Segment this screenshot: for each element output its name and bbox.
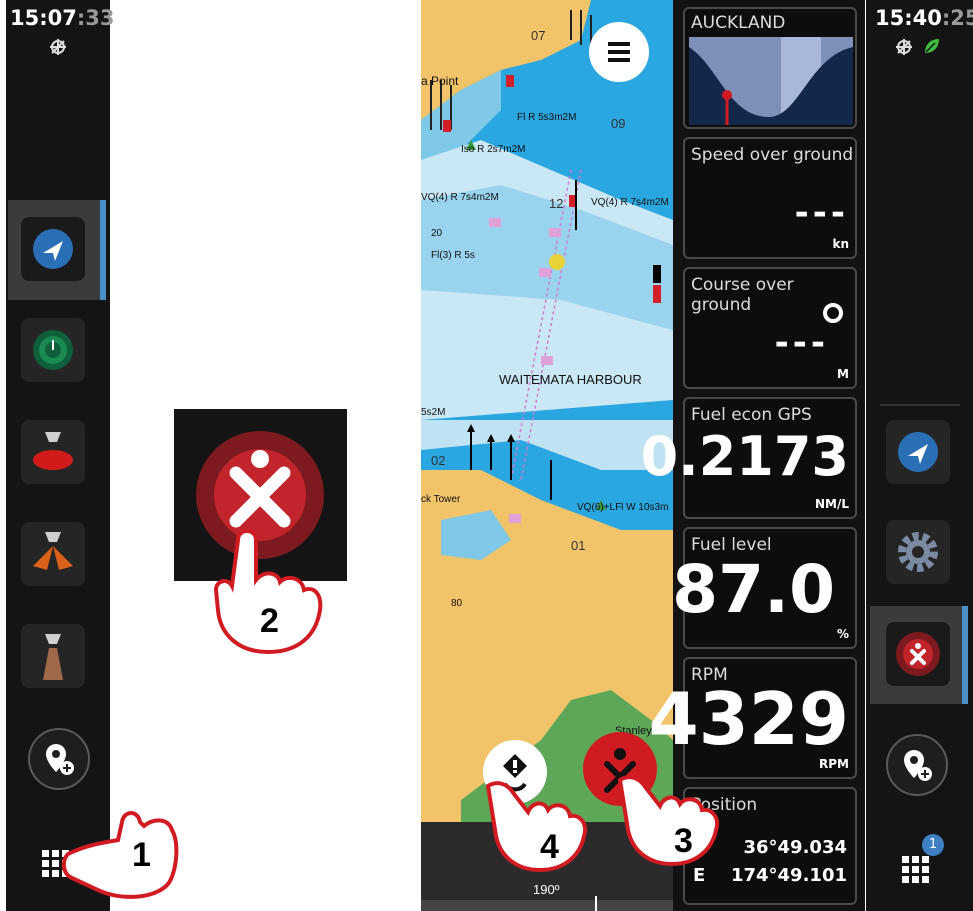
sog-value: --- [794, 193, 849, 233]
waypoint-add-icon [46, 744, 74, 775]
fuel-level-value: 87.0 [672, 551, 835, 628]
sog-unit: kn [832, 237, 849, 251]
depth-02: 02 [431, 453, 445, 468]
callout-number: 4 [540, 828, 559, 866]
clock: 15:07:33 [10, 6, 114, 30]
chart-label-point: a Point [421, 74, 459, 88]
radar-app-button[interactable] [21, 318, 85, 382]
depth-01: 01 [571, 538, 585, 553]
sidescan-icon [33, 532, 73, 570]
mob-app-button[interactable] [886, 622, 950, 686]
hamburger-icon [608, 42, 630, 62]
cog-panel[interactable]: Course over ground --- M [683, 267, 857, 389]
clock-seconds: :33 [76, 6, 115, 30]
divider [880, 404, 960, 406]
latitude: 36°49.034 [743, 837, 847, 858]
mob-x-icon [896, 632, 940, 676]
sonar-icon [33, 432, 73, 470]
chart-label-light6: 5s2M [421, 407, 445, 418]
longitude: 174°49.101 [730, 865, 847, 886]
callout-number: 2 [260, 602, 279, 640]
hand-pointer-icon: 1 [61, 811, 179, 899]
radar-icon [33, 330, 73, 370]
degree-icon [823, 303, 843, 323]
sog-panel[interactable]: Speed over ground --- kn [683, 137, 857, 259]
tide-location: AUCKLAND [691, 13, 786, 33]
chart-label-light2: Iso R 2s7m2M [461, 144, 525, 155]
cog-unit: M [837, 367, 849, 381]
chart-label-tower: ck Tower [421, 494, 461, 505]
hand-pointer-icon: 4 [485, 781, 587, 873]
gps-off-icon [49, 38, 67, 56]
sonar-app-button[interactable] [21, 420, 85, 484]
fuel-level-panel[interactable]: Fuel level 87.0 % [672, 527, 857, 649]
depth-07: 07 [531, 28, 545, 43]
gear-icon [898, 532, 938, 572]
hand-pointer-icon: 2 [213, 529, 323, 655]
rpm-unit: RPM [819, 757, 849, 771]
chart-label-light4: VQ(4) R 7s4m2M [591, 197, 669, 208]
chart-label-harbour: WAITEMATA HARBOUR [499, 372, 642, 387]
sog-label: Speed over ground [691, 145, 854, 165]
selection-indicator [962, 606, 968, 704]
chart-label-light3: VQ(4) R 7s4m2M [421, 192, 499, 203]
sidescan-app-button[interactable] [21, 522, 85, 586]
navigation-app-button[interactable] [21, 217, 85, 281]
chart-label-light7: VQ(6)+LFl W 10s3m [577, 502, 668, 513]
selection-indicator [100, 200, 106, 300]
waypoint-add-icon [904, 750, 932, 781]
grid-icon [902, 856, 929, 883]
clock-seconds: :25 [941, 6, 973, 30]
right-sidebar: 15:40:25 1 [866, 0, 973, 911]
downscan-icon [43, 634, 63, 680]
rpm-panel[interactable]: RPM 4329 RPM [649, 657, 857, 779]
eco-leaf-icon [922, 36, 942, 56]
cog-value: --- [774, 323, 829, 363]
tide-panel[interactable]: AUCKLAND [683, 7, 857, 129]
depth-12: 12 [549, 196, 563, 211]
clock: 15:40:25 [875, 6, 973, 30]
navigation-icon [33, 229, 73, 269]
left-sidebar: 15:07:33 [6, 0, 114, 911]
settings-button[interactable] [886, 520, 950, 584]
chart-label-20: 20 [431, 228, 443, 239]
chart-label-light5: Fl(3) R 5s [431, 250, 475, 261]
navigation-app-button[interactable] [886, 420, 950, 484]
tide-graph [689, 37, 853, 125]
fuel-econ-unit: NM/L [814, 497, 849, 511]
fuel-level-unit: % [836, 627, 849, 641]
navigation-icon [898, 432, 938, 472]
clock-time: 15:07 [10, 6, 77, 30]
add-waypoint-button[interactable] [28, 728, 90, 790]
gps-off-icon [895, 38, 913, 56]
callout-number: 3 [674, 822, 693, 860]
clock-time: 15:40 [875, 6, 942, 30]
chart-label-light1: Fl R 5s3m2M [517, 112, 576, 123]
fuel-econ-panel[interactable]: Fuel econ GPS 0.2173 NM/L [641, 397, 857, 519]
rpm-value: 4329 [648, 677, 849, 761]
menu-button[interactable] [589, 22, 649, 82]
fuel-econ-label: Fuel econ GPS [691, 405, 812, 425]
chart-label-80: 80 [451, 598, 463, 609]
fuel-econ-value: 0.2173 [640, 425, 849, 488]
apps-grid-button[interactable] [900, 854, 932, 886]
heading-label: 190º [533, 882, 560, 897]
add-waypoint-button[interactable] [886, 734, 948, 796]
callout-number: 1 [132, 836, 151, 874]
hand-pointer-icon: 3 [617, 775, 719, 867]
downscan-app-button[interactable] [21, 624, 85, 688]
depth-09: 09 [611, 116, 625, 131]
notification-badge: 1 [922, 834, 944, 856]
